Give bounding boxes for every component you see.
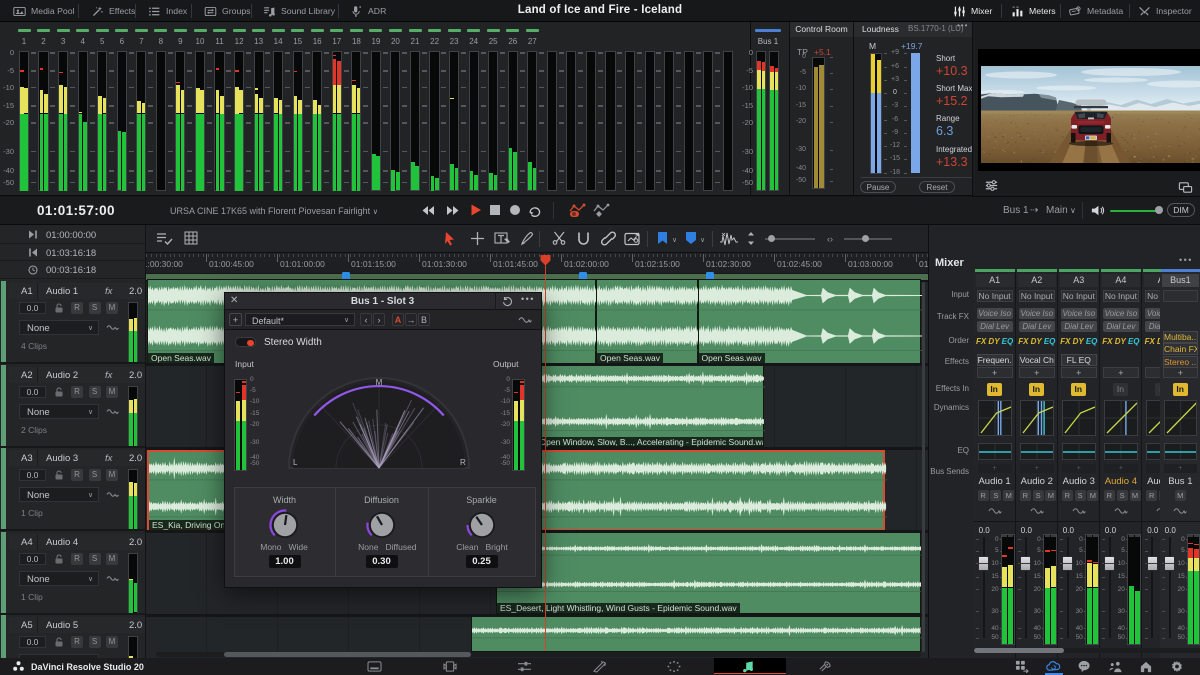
svg-text:R: R	[460, 458, 466, 467]
svg-text:M: M	[376, 378, 383, 387]
svg-text:L: L	[293, 458, 298, 467]
